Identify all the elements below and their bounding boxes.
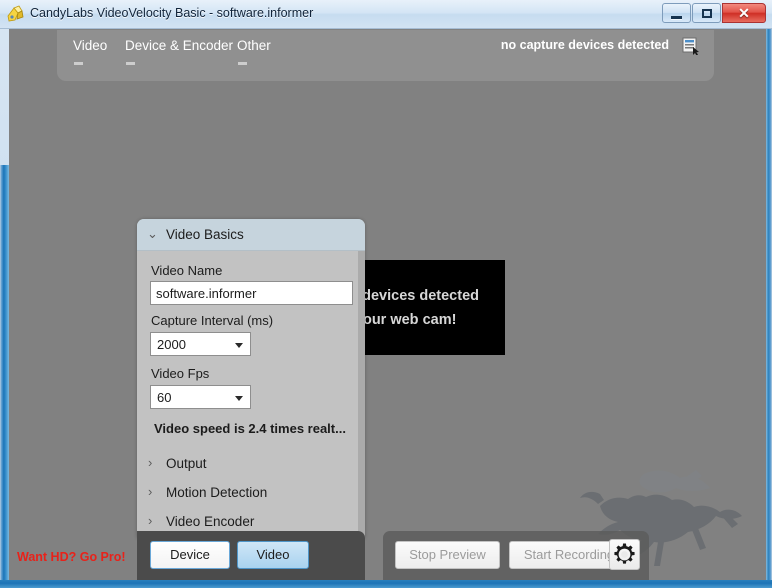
video-fps-dropdown[interactable]: 60 [150,385,251,409]
bottom-bar: Device Video Stop Preview Start Recordin… [9,531,766,580]
chevron-down-icon: ⌄ [147,226,158,241]
application-window: CandyLabs VideoVelocity Basic - software… [0,0,772,588]
top-toolbar: Video Device & Encoder Other no capture … [57,30,714,81]
video-basics-panel: ⌄ Video Basics Video Name Capture Interv… [137,219,365,538]
menu-underline-video [74,62,83,65]
close-button[interactable]: ✕ [722,3,766,23]
video-basics-title: Video Basics [166,227,244,242]
section-motion-detection-label: Motion Detection [166,485,268,500]
menu-underline-device-encoder [126,62,135,65]
chevron-right-icon: › [148,484,153,499]
menu-item-video[interactable]: Video [73,38,107,53]
capture-interval-label: Capture Interval (ms) [151,313,274,328]
gear-icon [614,543,635,564]
tab-video[interactable]: Video [237,541,309,569]
menu-item-other[interactable]: Other [237,38,271,53]
panel-scrollbar[interactable] [358,251,365,538]
tab-device[interactable]: Device [150,541,230,569]
stop-preview-button[interactable]: Stop Preview [395,541,500,569]
capture-interval-dropdown[interactable]: 2000 [150,332,251,356]
video-name-label: Video Name [151,263,223,278]
video-preview-area: Video Device & Encoder Other no capture … [9,29,766,580]
video-fps-label: Video Fps [151,366,210,381]
section-motion-detection[interactable]: › Motion Detection [137,480,365,508]
window-border-left [0,165,9,588]
capture-interval-value: 2000 [157,337,186,352]
video-name-input[interactable] [150,281,353,305]
chevron-right-icon: › [148,513,153,528]
device-status-text: no capture devices detected [500,38,669,52]
device-list-icon[interactable] [681,37,700,55]
candylabs-app-icon [7,5,24,22]
video-speed-note: Video speed is 2.4 times realt... [154,421,346,436]
maximize-button[interactable] [692,3,721,23]
window-title: CandyLabs VideoVelocity Basic - software… [30,6,314,20]
promo-upgrade-link[interactable]: Want HD? Go Pro! [17,550,126,564]
window-border-bottom [0,580,772,588]
minimize-button[interactable] [662,3,691,23]
maximize-icon [702,9,712,18]
section-output[interactable]: › Output [137,451,365,479]
transport-controls-tray: Stop Preview Start Recording [383,531,649,580]
chevron-down-icon [235,343,243,348]
chevron-down-icon [235,396,243,401]
section-output-label: Output [166,456,207,471]
minimize-icon [671,16,682,19]
mode-tab-tray: Device Video [137,531,365,580]
menu-underline-other [238,62,247,65]
video-fps-value: 60 [157,390,172,405]
close-icon: ✕ [738,5,750,21]
video-basics-panel-header[interactable]: ⌄ Video Basics [137,219,365,251]
section-video-encoder-label: Video Encoder [166,514,255,529]
window-border-right [766,29,772,588]
chevron-right-icon: › [148,455,153,470]
menu-item-device-encoder[interactable]: Device & Encoder [125,38,233,53]
settings-button[interactable] [609,539,640,570]
title-bar: CandyLabs VideoVelocity Basic - software… [0,0,772,29]
